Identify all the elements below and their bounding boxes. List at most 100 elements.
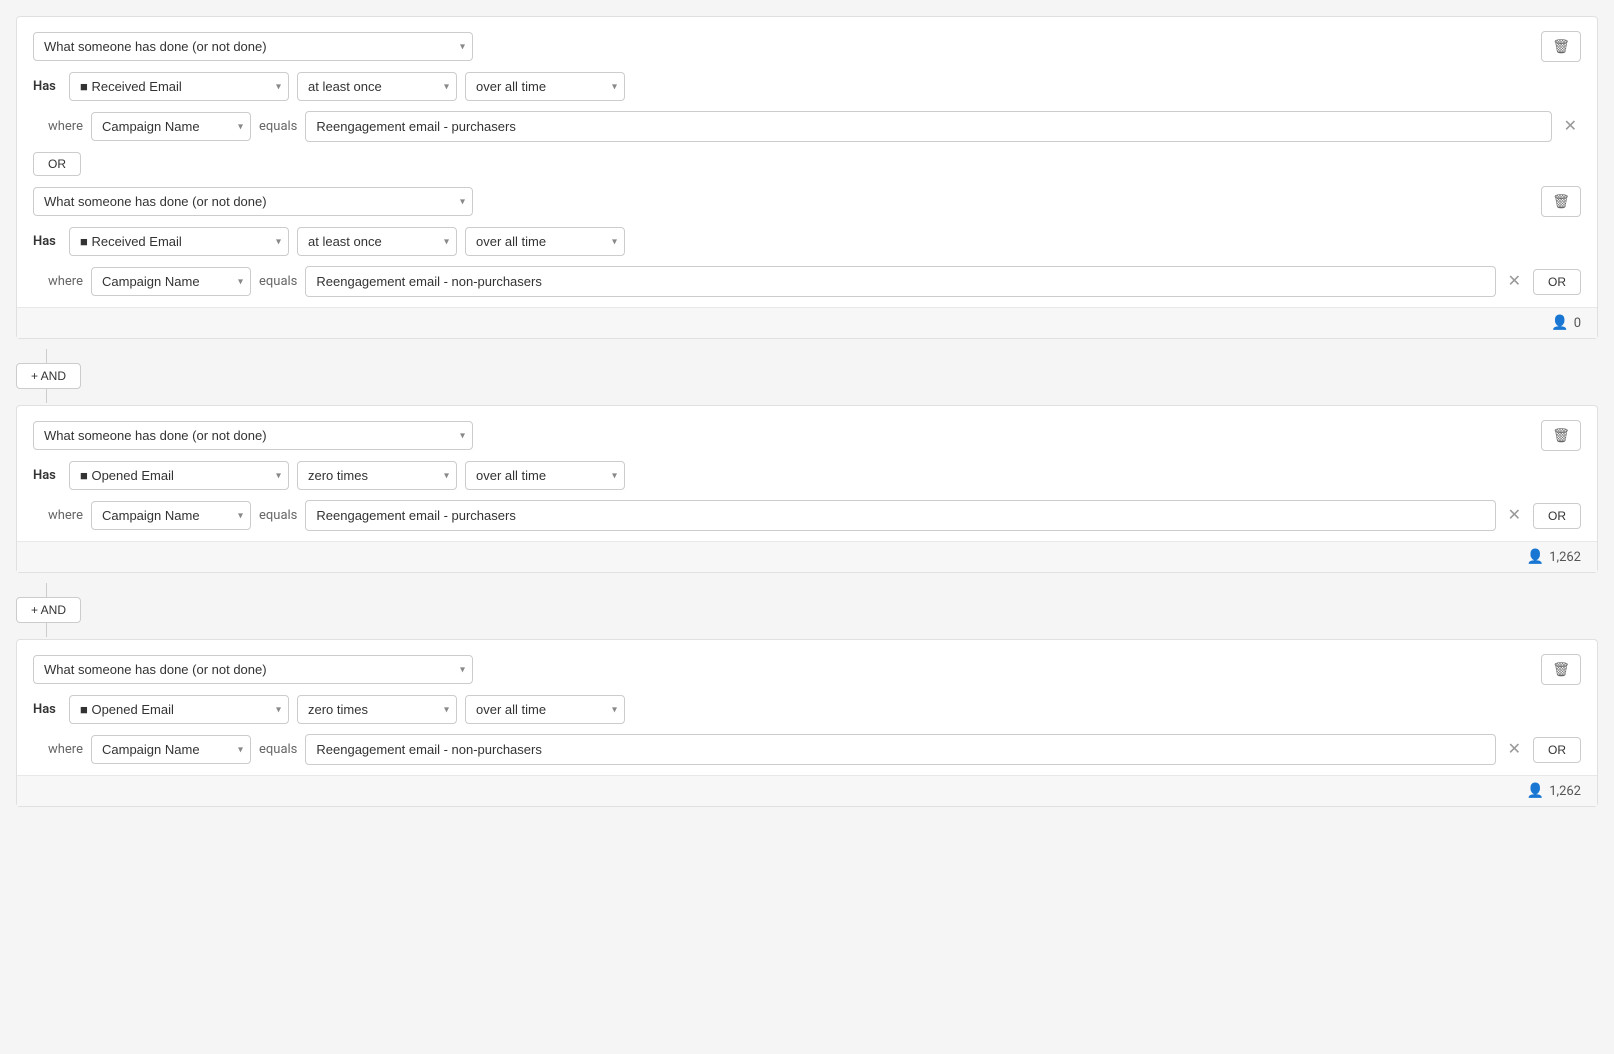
or-separator-1: OR xyxy=(33,152,1581,176)
main-select-wrapper-2: What someone has done (or not done) xyxy=(33,187,473,216)
filter-select-1[interactable]: Campaign Name xyxy=(91,112,251,141)
time-select-3[interactable]: over all time xyxy=(465,461,625,490)
time-select-wrapper-1: over all time xyxy=(465,72,625,101)
action-select-wrapper-1: ■ Received Email xyxy=(69,72,289,101)
main-select-3[interactable]: What someone has done (or not done) xyxy=(33,421,473,450)
time-select-wrapper-2: over all time xyxy=(465,227,625,256)
action-select-wrapper-4: ■ Opened Email xyxy=(69,695,289,724)
equals-label-1: equals xyxy=(259,119,297,134)
vert-line-1 xyxy=(46,349,47,363)
main-select-2[interactable]: What someone has done (or not done) xyxy=(33,187,473,216)
frequency-select-wrapper-1: at least once zero times xyxy=(297,72,457,101)
block3-has-row: Has ■ Opened Email zero times at least o… xyxy=(33,461,1581,490)
action-select-3[interactable]: ■ Opened Email xyxy=(69,461,289,490)
filter-select-3[interactable]: Campaign Name xyxy=(91,501,251,530)
block4-top-row: What someone has done (or not done) 🗑 xyxy=(33,654,1581,685)
block4-has-row: Has ■ Opened Email zero times at least o… xyxy=(33,695,1581,724)
trash-button-4[interactable]: 🗑 xyxy=(1541,654,1581,685)
frequency-select-1[interactable]: at least once zero times xyxy=(297,72,457,101)
where-label-2: where xyxy=(33,274,83,289)
block2-top-row: What someone has done (or not done) 🗑 xyxy=(33,186,1581,217)
block3-where-row: where Campaign Name equals ✕ OR xyxy=(33,500,1581,531)
trash-button-1[interactable]: 🗑 xyxy=(1541,31,1581,62)
time-select-2[interactable]: over all time xyxy=(465,227,625,256)
or-right-btn-1[interactable]: OR xyxy=(1533,269,1581,295)
or-button-inline-1[interactable]: OR xyxy=(33,152,81,176)
frequency-select-4[interactable]: zero times at least once xyxy=(297,695,457,724)
main-select-wrapper-1: What someone has done (or not done) xyxy=(33,32,473,61)
person-icon-2: 👤 xyxy=(1527,549,1544,565)
block4-where-row: where Campaign Name equals ✕ OR xyxy=(33,734,1581,765)
action-select-wrapper-2: ■ Received Email xyxy=(69,227,289,256)
vert-line-2 xyxy=(46,389,47,403)
and-button-2[interactable]: + AND xyxy=(16,597,81,623)
time-select-1[interactable]: over all time xyxy=(465,72,625,101)
or-right-btn-2[interactable]: OR xyxy=(1533,503,1581,529)
filter-select-4[interactable]: Campaign Name xyxy=(91,735,251,764)
action-select-4[interactable]: ■ Opened Email xyxy=(69,695,289,724)
count-1: 0 xyxy=(1574,316,1581,331)
time-select-4[interactable]: over all time xyxy=(465,695,625,724)
action-select-2[interactable]: ■ Received Email xyxy=(69,227,289,256)
condition-group-3: What someone has done (or not done) 🗑 Ha… xyxy=(16,639,1598,807)
block2-where-row: where Campaign Name equals ✕ OR xyxy=(33,266,1581,297)
trash-button-2[interactable]: 🗑 xyxy=(1541,186,1581,217)
filter-select-wrapper-3: Campaign Name xyxy=(91,501,251,530)
value-input-2[interactable] xyxy=(305,266,1495,297)
where-label-3: where xyxy=(33,508,83,523)
action-select-wrapper-3: ■ Opened Email xyxy=(69,461,289,490)
group1-footer: 👤 0 xyxy=(17,307,1597,338)
frequency-select-wrapper-3: zero times at least once xyxy=(297,461,457,490)
filter-select-wrapper-2: Campaign Name xyxy=(91,267,251,296)
group1-body: What someone has done (or not done) 🗑 Ha… xyxy=(17,17,1597,307)
count-3: 1,262 xyxy=(1549,784,1581,799)
block1-top-row: What someone has done (or not done) 🗑 xyxy=(33,31,1581,62)
trash-button-3[interactable]: 🗑 xyxy=(1541,420,1581,451)
block3-top-row: What someone has done (or not done) 🗑 xyxy=(33,420,1581,451)
equals-label-4: equals xyxy=(259,742,297,757)
equals-label-3: equals xyxy=(259,508,297,523)
clear-btn-3[interactable]: ✕ xyxy=(1504,508,1525,524)
filter-select-wrapper-1: Campaign Name xyxy=(91,112,251,141)
main-select-1[interactable]: What someone has done (or not done) xyxy=(33,32,473,61)
value-input-4[interactable] xyxy=(305,734,1495,765)
person-icon-1: 👤 xyxy=(1551,315,1568,331)
clear-btn-4[interactable]: ✕ xyxy=(1504,742,1525,758)
main-select-wrapper-4: What someone has done (or not done) xyxy=(33,655,473,684)
block1-where-row: where Campaign Name equals ✕ xyxy=(33,111,1581,142)
main-select-4[interactable]: What someone has done (or not done) xyxy=(33,655,473,684)
clear-btn-1[interactable]: ✕ xyxy=(1560,119,1581,135)
and-button-1[interactable]: + AND xyxy=(16,363,81,389)
action-select-1[interactable]: ■ Received Email xyxy=(69,72,289,101)
group2-body: What someone has done (or not done) 🗑 Ha… xyxy=(17,406,1597,541)
group3-body: What someone has done (or not done) 🗑 Ha… xyxy=(17,640,1597,775)
and-connector-2: + AND xyxy=(16,577,1598,639)
frequency-select-3[interactable]: zero times at least once xyxy=(297,461,457,490)
clear-btn-2[interactable]: ✕ xyxy=(1504,274,1525,290)
value-input-1[interactable] xyxy=(305,111,1551,142)
filter-select-wrapper-4: Campaign Name xyxy=(91,735,251,764)
has-label-4: Has xyxy=(33,702,61,717)
group3-footer: 👤 1,262 xyxy=(17,775,1597,806)
time-select-wrapper-4: over all time xyxy=(465,695,625,724)
where-label-1: where xyxy=(33,119,83,134)
condition-group-1: What someone has done (or not done) 🗑 Ha… xyxy=(16,16,1598,339)
frequency-select-wrapper-2: at least once zero times xyxy=(297,227,457,256)
main-select-wrapper-3: What someone has done (or not done) xyxy=(33,421,473,450)
condition-group-2: What someone has done (or not done) 🗑 Ha… xyxy=(16,405,1598,573)
where-label-4: where xyxy=(33,742,83,757)
equals-label-2: equals xyxy=(259,274,297,289)
value-input-3[interactable] xyxy=(305,500,1495,531)
block1-has-row: Has ■ Received Email at least once zero … xyxy=(33,72,1581,101)
frequency-select-wrapper-4: zero times at least once xyxy=(297,695,457,724)
vert-line-4 xyxy=(46,623,47,637)
has-label-2: Has xyxy=(33,234,61,249)
frequency-select-2[interactable]: at least once zero times xyxy=(297,227,457,256)
or-right-btn-3[interactable]: OR xyxy=(1533,737,1581,763)
person-icon-3: 👤 xyxy=(1527,783,1544,799)
filter-select-2[interactable]: Campaign Name xyxy=(91,267,251,296)
has-label-1: Has xyxy=(33,79,61,94)
and-connector-1: + AND xyxy=(16,343,1598,405)
has-label-3: Has xyxy=(33,468,61,483)
group2-footer: 👤 1,262 xyxy=(17,541,1597,572)
